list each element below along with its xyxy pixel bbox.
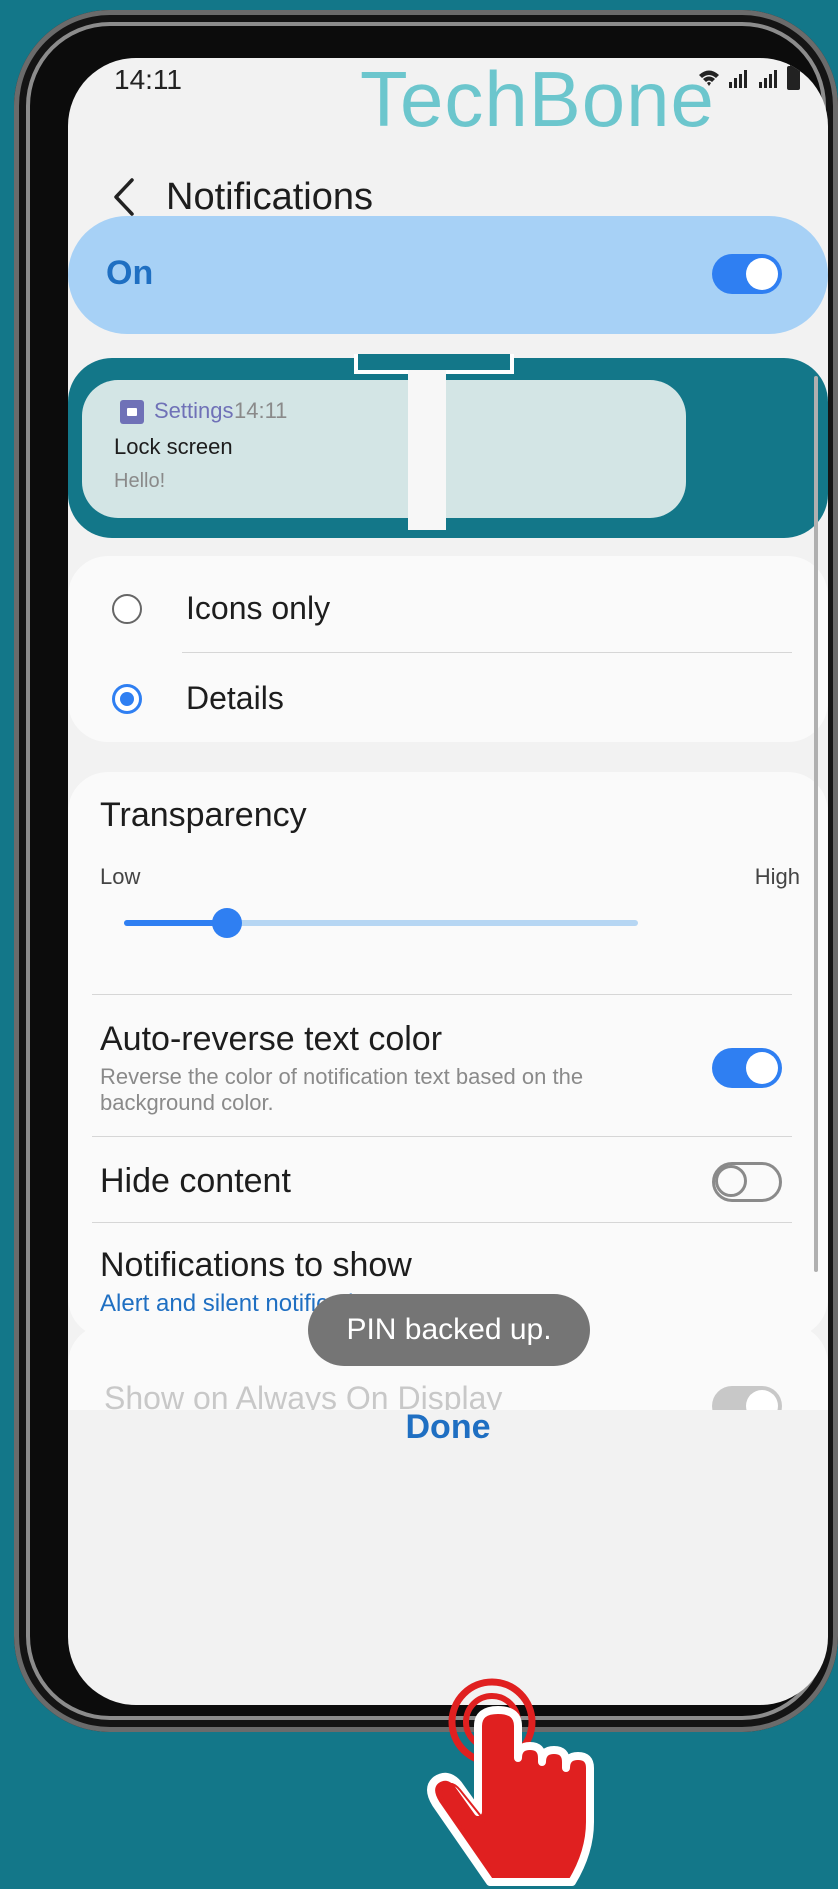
toggle-knob [715, 1165, 747, 1197]
status-time: 14:11 [114, 64, 182, 95]
done-button[interactable]: Done [68, 1408, 828, 1447]
preview-title: Lock screen [114, 434, 233, 459]
preview-time: 14:11 [234, 398, 288, 423]
settings-card: Transparency Low High Auto-reverse text … [68, 772, 828, 1338]
notification-preview-card: Settings 14:11 Lock screen Hello! [82, 380, 686, 518]
lock-icon [120, 400, 144, 424]
page-title: Notifications [166, 176, 373, 218]
signal-icon-1 [729, 70, 747, 88]
phone-frame: 14:11 TechBone Notifications On Settings… [14, 10, 838, 1732]
master-toggle-label: On [106, 254, 154, 292]
option-divider [182, 652, 792, 653]
radio-icons-only[interactable] [112, 594, 142, 624]
auto-reverse-title: Auto-reverse text color [100, 1020, 443, 1058]
style-options-card: Icons only Details [68, 556, 828, 742]
transparency-high-label: High [754, 864, 800, 889]
transparency-title: Transparency [100, 796, 307, 834]
radio-details[interactable] [112, 684, 142, 714]
hide-content-toggle[interactable] [712, 1162, 782, 1202]
toast-message: PIN backed up. [308, 1294, 590, 1366]
phone-screen: 14:11 TechBone Notifications On Settings… [68, 58, 828, 1705]
preview-highlight-bar [408, 370, 446, 530]
notifications-to-show-title: Notifications to show [100, 1246, 412, 1284]
divider [92, 1222, 792, 1223]
back-arrow-icon[interactable] [106, 172, 146, 222]
divider [92, 1136, 792, 1137]
divider [92, 994, 792, 995]
auto-reverse-description: Reverse the color of notification text b… [100, 1064, 584, 1116]
preview-app-name: Settings [154, 398, 234, 423]
scrollbar[interactable] [814, 376, 818, 1272]
transparency-low-label: Low [100, 864, 141, 889]
transparency-slider-thumb[interactable] [211, 908, 242, 938]
battery-icon [787, 62, 800, 90]
master-toggle-switch[interactable] [712, 254, 782, 294]
pointing-hand-icon [427, 1678, 594, 1886]
watermark-logo: TechBone [360, 58, 715, 143]
toggle-knob [746, 258, 778, 290]
status-bar: 14:11 TechBone [68, 58, 828, 143]
auto-reverse-toggle[interactable] [712, 1048, 782, 1088]
preview-text: Hello! [114, 470, 166, 492]
option-label-icons-only: Icons only [186, 590, 331, 626]
option-label-details: Details [186, 680, 284, 716]
toggle-knob [746, 1052, 778, 1084]
signal-icon-2 [759, 70, 777, 88]
master-toggle-row[interactable]: On [68, 216, 828, 334]
hide-content-title: Hide content [100, 1162, 291, 1200]
